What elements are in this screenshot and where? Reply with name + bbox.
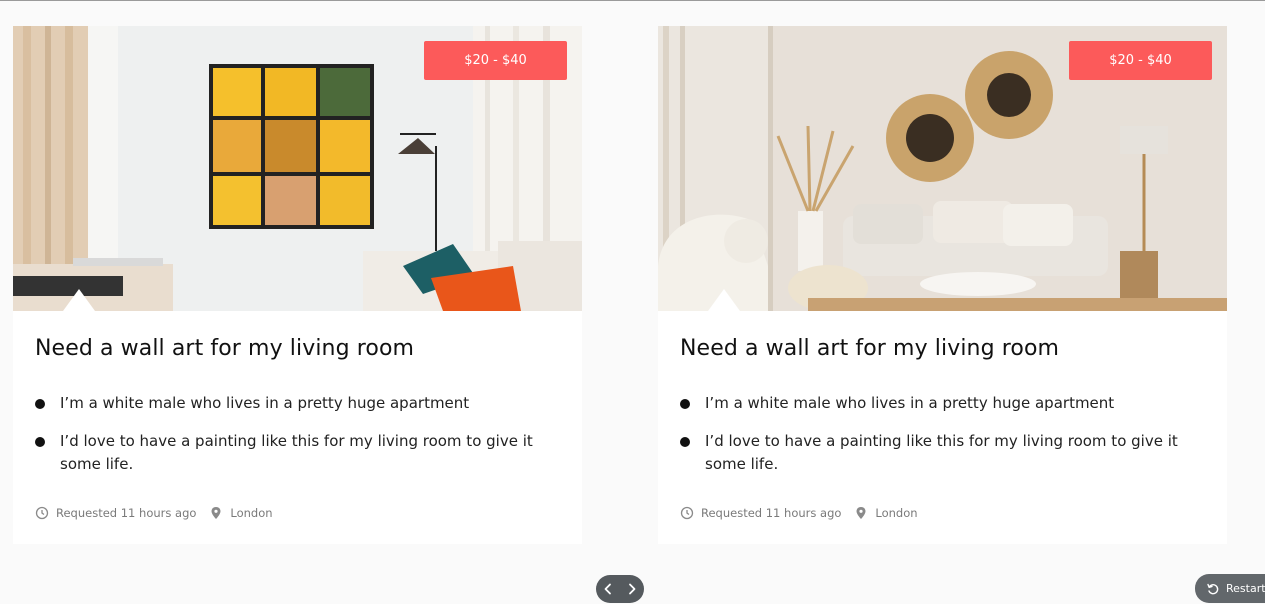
carousel-pager (596, 575, 644, 603)
request-title: Need a wall art for my living room (35, 336, 415, 361)
list-item: I’d love to have a painting like this fo… (680, 430, 1200, 476)
next-button[interactable] (623, 580, 641, 598)
bullet-icon (680, 437, 690, 447)
location-text: London (875, 506, 918, 520)
bullet-icon (35, 399, 45, 409)
request-meta: Requested 11 hours ago London (35, 505, 273, 521)
bullet-icon (680, 399, 690, 409)
price-badge: $20 - $40 (1069, 41, 1212, 80)
request-card-1[interactable]: $20 - $40 Need a wall art for my living … (13, 26, 582, 544)
bullet-icon (35, 437, 45, 447)
list-item: I’m a white male who lives in a pretty h… (35, 392, 555, 415)
detail-text: I’m a white male who lives in a pretty h… (705, 394, 1115, 412)
request-details: I’m a white male who lives in a pretty h… (680, 392, 1200, 491)
request-details: I’m a white male who lives in a pretty h… (35, 392, 555, 491)
request-card-2[interactable]: $20 - $40 Need a wall art for my living … (658, 26, 1227, 544)
detail-text: I’d love to have a painting like this fo… (60, 432, 533, 473)
restart-label: Restart (1226, 582, 1265, 595)
restart-icon (1207, 583, 1219, 594)
chevron-left-icon (604, 583, 611, 595)
location-pin-icon (856, 507, 866, 519)
chevron-right-icon (629, 583, 636, 595)
request-photo: $20 - $40 (13, 26, 582, 311)
location-text: London (230, 506, 273, 520)
list-item: I’m a white male who lives in a pretty h… (680, 392, 1200, 415)
request-meta: Requested 11 hours ago London (680, 505, 918, 521)
restart-button[interactable]: Restart (1195, 574, 1265, 603)
prev-button[interactable] (599, 580, 617, 598)
card-notch (708, 289, 740, 311)
request-title: Need a wall art for my living room (680, 336, 1060, 361)
top-divider (0, 0, 1265, 1)
clock-icon (680, 506, 694, 520)
requested-time: Requested 11 hours ago (56, 506, 197, 520)
clock-icon (35, 506, 49, 520)
location-pin-icon (211, 507, 221, 519)
price-badge: $20 - $40 (424, 41, 567, 80)
detail-text: I’d love to have a painting like this fo… (705, 432, 1178, 473)
detail-text: I’m a white male who lives in a pretty h… (60, 394, 470, 412)
request-photo: $20 - $40 (658, 26, 1227, 311)
card-notch (63, 289, 95, 311)
list-item: I’d love to have a painting like this fo… (35, 430, 555, 476)
requested-time: Requested 11 hours ago (701, 506, 842, 520)
